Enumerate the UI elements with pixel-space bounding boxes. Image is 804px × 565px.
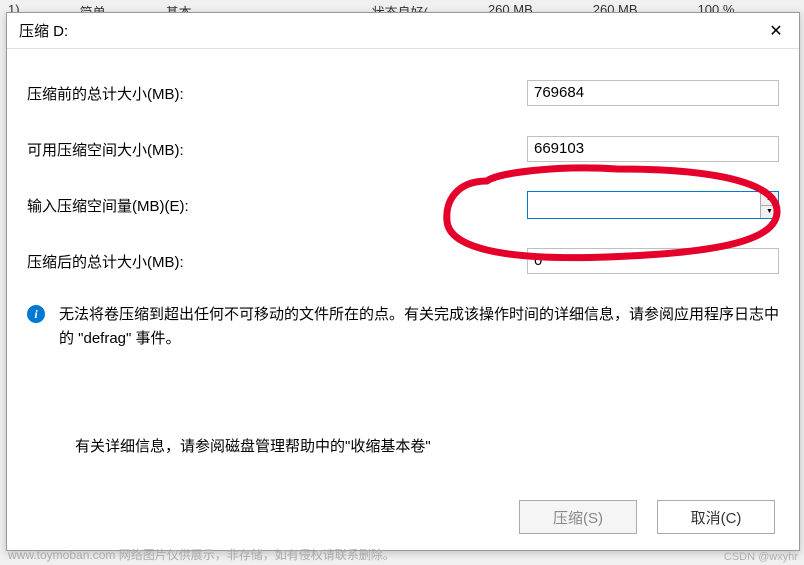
spin-up-button[interactable]: ▲ [761, 192, 778, 206]
watermark: CSDN @wxyhr [724, 551, 798, 563]
label-total-after: 压缩后的总计大小(MB): [27, 251, 527, 272]
dialog-content: 压缩前的总计大小(MB): 769684 可用压缩空间大小(MB): 66910… [7, 49, 799, 486]
label-input-amount: 输入压缩空间量(MB)(E): [27, 195, 527, 216]
label-total-before: 压缩前的总计大小(MB): [27, 83, 527, 104]
shrink-amount-input[interactable] [528, 192, 760, 218]
value-available: 669103 [527, 136, 779, 162]
row-total-before: 压缩前的总计大小(MB): 769684 [27, 79, 779, 107]
close-icon: ✕ [769, 21, 782, 41]
shrink-amount-spinner[interactable]: ▲ ▼ [527, 191, 779, 219]
shrink-button[interactable]: 压缩(S) [519, 500, 637, 534]
value-total-after: 0 [527, 248, 779, 274]
titlebar: 压缩 D: ✕ [7, 13, 799, 49]
label-available: 可用压缩空间大小(MB): [27, 139, 527, 160]
value-total-before: 769684 [527, 80, 779, 106]
spin-down-button[interactable]: ▼ [761, 206, 778, 219]
info-icon: i [27, 305, 45, 323]
shrink-volume-dialog: 压缩 D: ✕ 压缩前的总计大小(MB): 769684 可用压缩空间大小(MB… [6, 12, 800, 551]
row-available: 可用压缩空间大小(MB): 669103 [27, 135, 779, 163]
cancel-button[interactable]: 取消(C) [657, 500, 775, 534]
row-input-amount: 输入压缩空间量(MB)(E): ▲ ▼ [27, 191, 779, 219]
help-text: 有关详细信息，请参阅磁盘管理帮助中的"收缩基本卷" [75, 435, 779, 456]
row-total-after: 压缩后的总计大小(MB): 0 [27, 247, 779, 275]
info-row: i 无法将卷压缩到超出任何不可移动的文件所在的点。有关完成该操作时间的详细信息，… [27, 303, 779, 351]
footer-caption: www.toymoban.com 网络图片仅供展示，非存储，如有侵权请联系删除。 [8, 546, 395, 563]
close-button[interactable]: ✕ [753, 13, 799, 48]
info-text: 无法将卷压缩到超出任何不可移动的文件所在的点。有关完成该操作时间的详细信息，请参… [59, 303, 779, 351]
dialog-title: 压缩 D: [19, 20, 68, 41]
spinner-buttons: ▲ ▼ [760, 192, 778, 218]
button-row: 压缩(S) 取消(C) [7, 486, 799, 550]
